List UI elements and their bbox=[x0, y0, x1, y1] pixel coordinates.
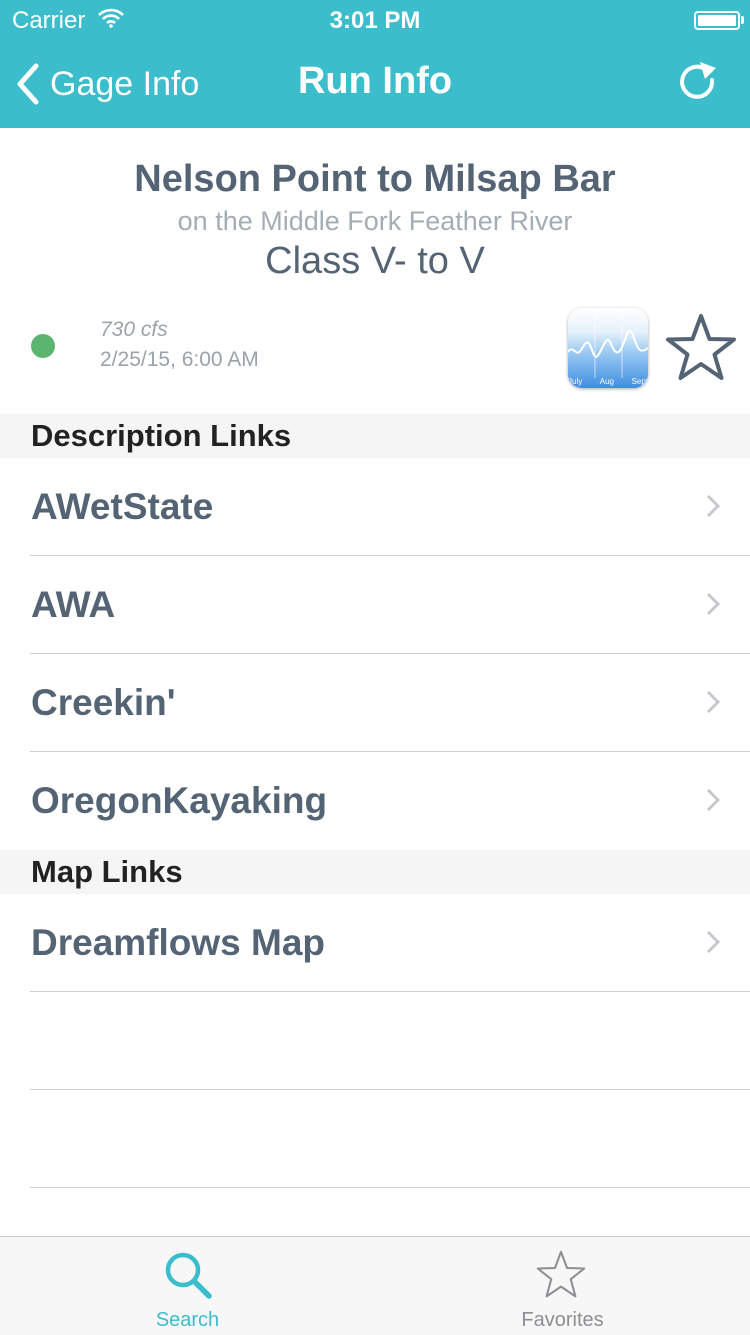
graph-month: Sept bbox=[631, 377, 648, 386]
tab-bar: Search Favorites bbox=[0, 1236, 750, 1335]
flow-updated: 2/25/15, 6:00 AM bbox=[100, 348, 259, 371]
status-time: 3:01 PM bbox=[329, 7, 421, 34]
list-item[interactable]: Creekin' bbox=[0, 654, 750, 751]
chevron-right-icon bbox=[706, 690, 720, 714]
refresh-icon[interactable] bbox=[676, 60, 722, 106]
list-item-label: Creekin' bbox=[31, 682, 176, 723]
list-item[interactable]: OregonKayaking bbox=[0, 752, 750, 849]
list-item[interactable]: Dreamflows Map bbox=[0, 894, 750, 991]
page-title: Run Info bbox=[297, 60, 453, 102]
tab-label: Search bbox=[155, 1309, 220, 1331]
list-item-label: AWA bbox=[31, 584, 116, 625]
flow-status-dot bbox=[31, 334, 55, 358]
graph-months: July Aug Sept bbox=[568, 377, 648, 386]
chevron-right-icon bbox=[706, 494, 720, 518]
flow-graph-button[interactable]: July Aug Sept bbox=[568, 308, 648, 388]
list-item[interactable]: AWA bbox=[0, 556, 750, 653]
favorite-star-icon[interactable] bbox=[664, 312, 738, 384]
tab-favorites[interactable]: Favorites bbox=[375, 1237, 750, 1335]
divider bbox=[30, 1089, 750, 1090]
list-item[interactable]: AWetState bbox=[0, 458, 750, 555]
chevron-right-icon bbox=[706, 930, 720, 954]
status-bar: Carrier 3:01 PM bbox=[0, 0, 750, 40]
run-river: on the Middle Fork Feather River bbox=[177, 206, 573, 236]
run-class: Class V- to V bbox=[265, 240, 485, 282]
section-header-map: Map Links bbox=[0, 850, 750, 894]
divider bbox=[30, 991, 750, 992]
graph-month: July bbox=[568, 377, 583, 386]
chevron-right-icon bbox=[706, 788, 720, 812]
tab-search[interactable]: Search bbox=[0, 1237, 375, 1335]
star-icon bbox=[536, 1250, 586, 1298]
search-icon bbox=[165, 1252, 212, 1299]
tab-label: Favorites bbox=[521, 1309, 604, 1331]
header: Carrier 3:01 PM Gage Info Run Info bbox=[0, 0, 750, 128]
flow-value: 730 cfs bbox=[100, 318, 168, 341]
divider bbox=[30, 1187, 750, 1188]
battery-nub bbox=[741, 16, 744, 24]
list-item-label: OregonKayaking bbox=[31, 780, 328, 821]
graph-icon bbox=[568, 308, 648, 378]
section-header-description: Description Links bbox=[0, 414, 750, 458]
battery-icon bbox=[694, 11, 740, 30]
list-item-label: Dreamflows Map bbox=[31, 922, 326, 963]
list-item-label: AWetState bbox=[31, 486, 214, 527]
run-name: Nelson Point to Milsap Bar bbox=[134, 158, 616, 200]
graph-month: Aug bbox=[599, 377, 614, 386]
section-title: Map Links bbox=[31, 854, 183, 889]
chevron-right-icon bbox=[706, 592, 720, 616]
section-title: Description Links bbox=[31, 418, 292, 453]
